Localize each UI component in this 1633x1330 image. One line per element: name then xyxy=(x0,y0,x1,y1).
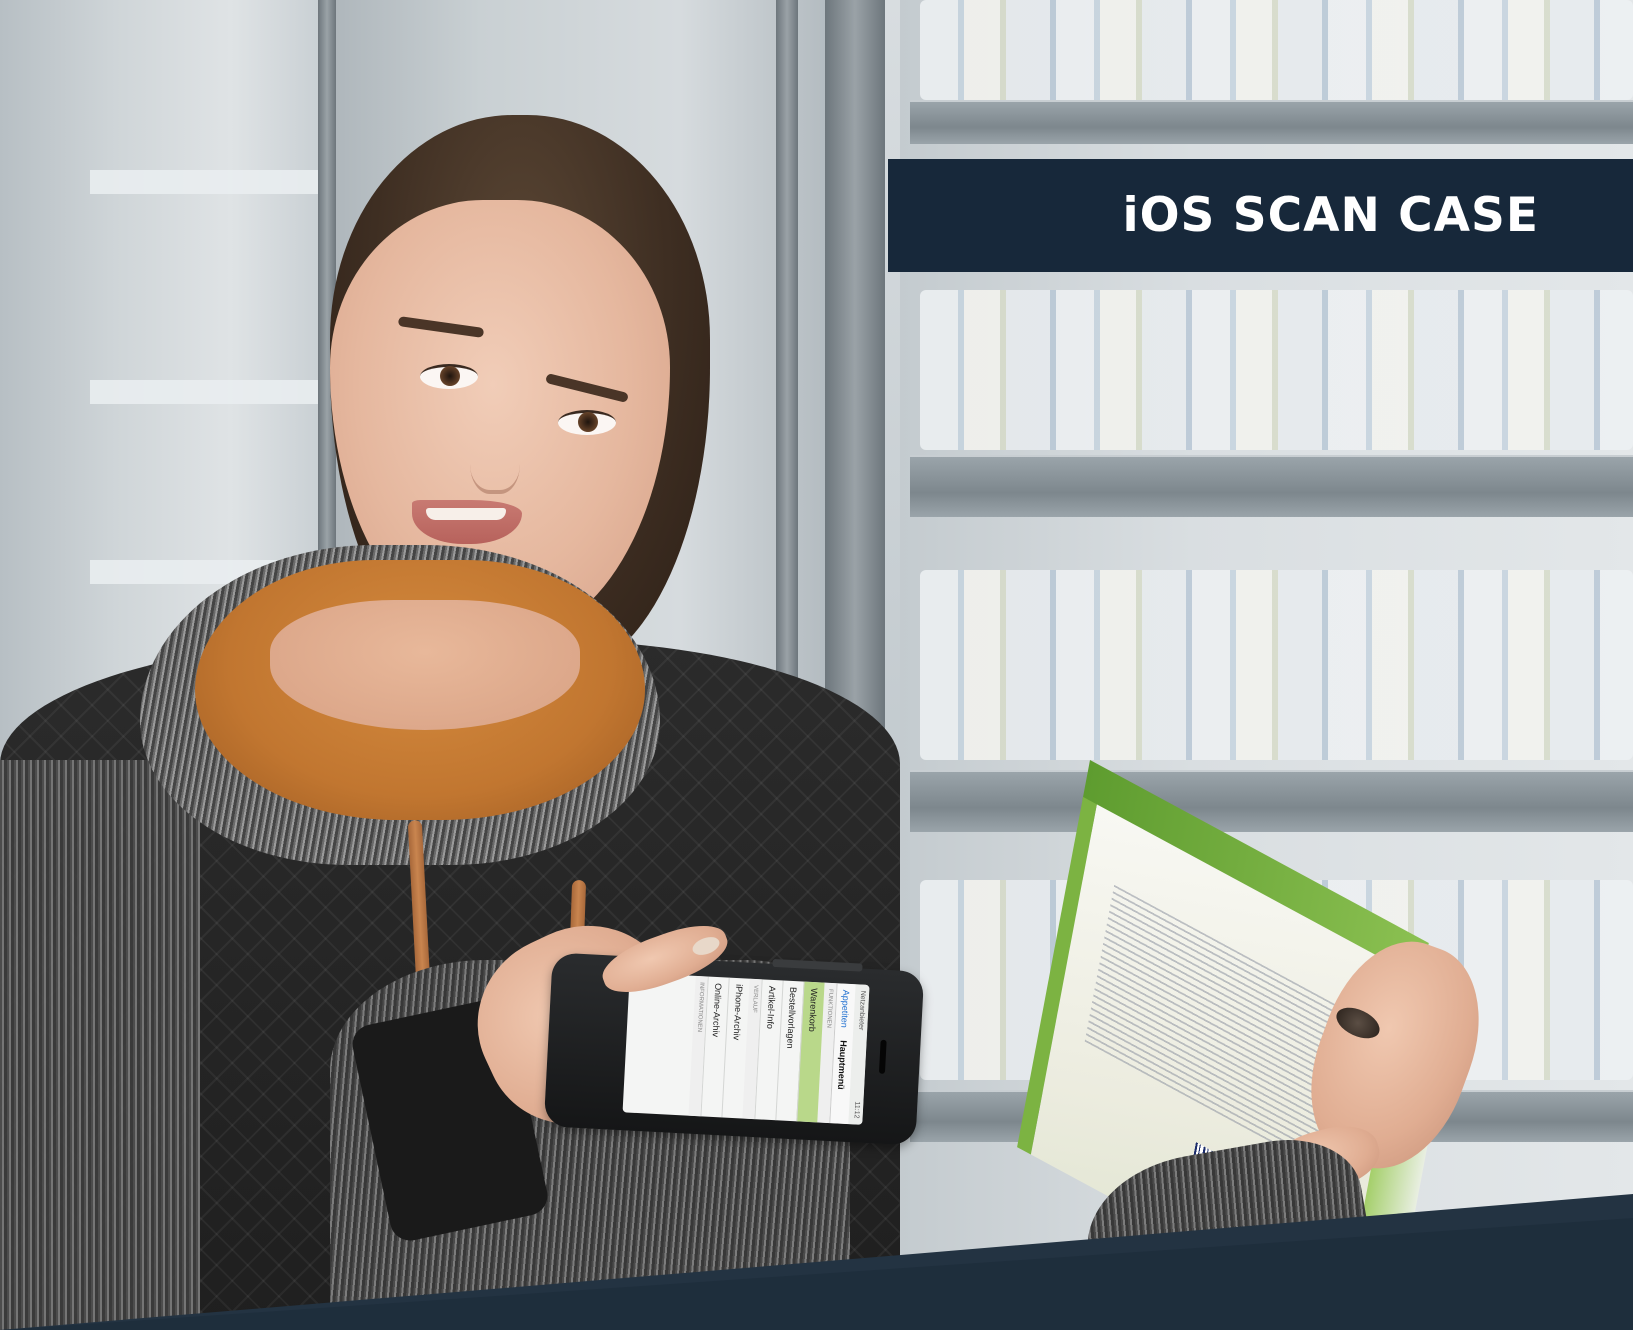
iris-right xyxy=(578,412,598,432)
shelf-products xyxy=(920,0,1633,100)
nav-back-button[interactable]: Appetiten xyxy=(839,990,851,1029)
sleeve-left xyxy=(0,760,200,1330)
phone-scan-case: Netzanbieter 11:12 Appetiten Hauptmenü F… xyxy=(543,952,925,1146)
phone-speaker xyxy=(878,1039,887,1074)
fridge-shelf xyxy=(90,380,320,404)
nav-title: Hauptmenü xyxy=(836,1040,849,1090)
shelf-board xyxy=(910,455,1633,517)
teeth xyxy=(426,508,506,520)
phone-screen: Netzanbieter 11:12 Appetiten Hauptmenü F… xyxy=(622,972,870,1125)
title-banner: iOS SCAN CASE xyxy=(888,159,1633,272)
carrier-label: Netzanbieter xyxy=(857,990,867,1031)
shelf-board xyxy=(910,770,1633,832)
iris-left xyxy=(440,366,460,386)
clock-label: 11:12 xyxy=(852,1101,861,1119)
throat xyxy=(270,600,580,730)
shelf-products xyxy=(920,290,1633,450)
banner-title: iOS SCAN CASE xyxy=(1122,188,1539,243)
shelf-products xyxy=(920,570,1633,760)
nose xyxy=(470,420,520,494)
fridge-shelf xyxy=(90,170,320,194)
phone-screen-content: Netzanbieter 11:12 Appetiten Hauptmenü F… xyxy=(623,972,870,1125)
product-photo: Netzanbieter 11:12 Appetiten Hauptmenü F… xyxy=(0,0,1633,1330)
shelf-board xyxy=(910,100,1633,144)
